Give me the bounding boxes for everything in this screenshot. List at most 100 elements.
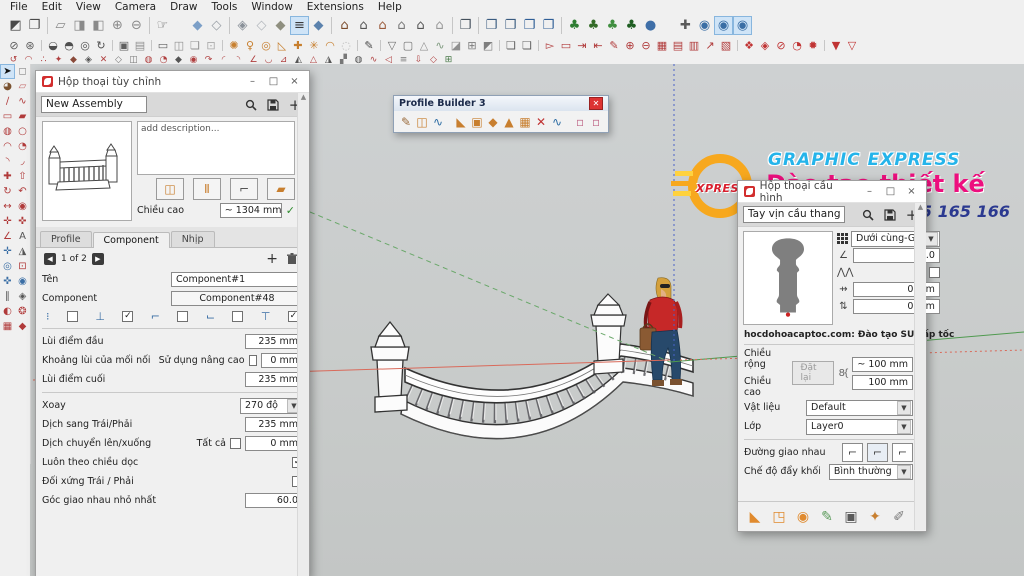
offset-horizontal-input[interactable]: 0 mm — [853, 282, 940, 297]
menu-tools[interactable]: Tools — [206, 1, 244, 13]
toolbar-icon[interactable]: ◆ — [309, 16, 328, 35]
toolbar-icon[interactable]: ◔ — [15, 139, 30, 154]
toolbar-icon[interactable]: ✚ — [290, 38, 306, 53]
profile-preview[interactable] — [743, 231, 833, 325]
width-input[interactable]: ~ 100 mm — [852, 357, 913, 372]
toolbar-icon[interactable]: ▽ — [844, 38, 860, 53]
path-profile-icon[interactable]: ▰ — [267, 178, 295, 200]
toolbar-icon[interactable]: ✕ — [533, 113, 549, 130]
toolbar-icon[interactable]: △ — [416, 38, 432, 53]
maximize-icon[interactable]: □ — [882, 186, 899, 197]
toolbar-icon[interactable]: ⊞ — [464, 38, 480, 53]
toolbar-icon[interactable]: ◔ — [789, 38, 805, 53]
toolbar-icon[interactable]: ▽ — [384, 38, 400, 53]
toolbar-icon[interactable]: ∿ — [432, 38, 448, 53]
menu-extensions[interactable]: Extensions — [301, 1, 370, 13]
toolbar-icon[interactable]: ▧ — [718, 38, 734, 53]
toolbar-icon[interactable]: ◆ — [188, 16, 207, 35]
component-picker-button[interactable]: Component#48 — [171, 291, 303, 306]
layer-select[interactable]: Layer0 ▼ — [806, 419, 913, 435]
placement-corner-out-checkbox[interactable] — [177, 311, 188, 322]
toolbar-icon[interactable]: ○ — [15, 124, 30, 139]
toolbar-icon[interactable]: ◆ — [15, 319, 30, 334]
toolbar-icon[interactable]: ▦ — [0, 319, 15, 334]
anchor-grid-icon[interactable] — [837, 233, 848, 244]
rail-segment-icon[interactable]: ◫ — [156, 178, 184, 200]
close-icon[interactable]: ✕ — [589, 97, 603, 110]
toolbar-icon[interactable]: ❐ — [520, 16, 539, 35]
toolbar-icon[interactable]: ◉ — [695, 16, 714, 35]
toolbar-icon[interactable]: ⊖ — [127, 16, 146, 35]
angle-input[interactable]: 0.0 — [853, 248, 940, 263]
toolbar-icon[interactable]: ♀ — [242, 38, 258, 53]
toolbar-icon[interactable]: ❂ — [15, 304, 30, 319]
butt-corner-button[interactable]: ⌐ — [892, 443, 913, 462]
toolbar-icon[interactable]: ♣ — [565, 16, 584, 35]
placement-array-checkbox[interactable] — [67, 311, 78, 322]
toolbar-icon[interactable]: ↶ — [15, 184, 30, 199]
toolbar-icon[interactable]: ◳ — [770, 508, 788, 526]
toolbar-icon[interactable]: ∠ — [0, 229, 15, 244]
profile-builder-titlebar[interactable]: Profile Builder 3 ✕ — [394, 96, 608, 111]
maximize-icon[interactable]: □ — [265, 76, 282, 87]
toolbar-icon[interactable]: ◫ — [414, 113, 430, 130]
toolbar-icon[interactable]: ❐ — [539, 16, 558, 35]
toolbar-icon[interactable]: ◆ — [271, 16, 290, 35]
profile-name-input[interactable]: Tay vịn cầu thang — [743, 206, 845, 223]
toolbar-icon[interactable]: ▻ — [542, 38, 558, 53]
toolbar-icon[interactable]: ▰ — [15, 109, 30, 124]
toolbar-icon[interactable]: ∕ — [0, 94, 15, 109]
all-checkbox[interactable] — [230, 438, 241, 449]
toolbar-icon[interactable]: ❏ — [187, 38, 203, 53]
toolbar-icon[interactable]: ◇ — [252, 16, 271, 35]
toolbar-icon[interactable]: ✐ — [890, 508, 908, 526]
toolbar-icon[interactable]: ◒ — [45, 38, 61, 53]
toolbar-icon[interactable]: ◍ — [0, 124, 15, 139]
toolbar-icon[interactable]: ⊘ — [6, 38, 22, 53]
toolbar-icon[interactable]: ⌂ — [392, 16, 411, 35]
height-input[interactable]: 100 mm — [852, 375, 913, 390]
toolbar-icon[interactable]: ⊕ — [108, 16, 127, 35]
toolbar-icon[interactable]: ✎ — [606, 38, 622, 53]
advanced-checkbox[interactable] — [249, 355, 257, 366]
min-angle-input[interactable]: 60.0 — [245, 493, 303, 508]
shift-lr-input[interactable]: 235 mm — [245, 417, 303, 432]
toolbar-icon[interactable]: ⌂ — [411, 16, 430, 35]
toolbar-icon[interactable]: ⊖ — [638, 38, 654, 53]
toolbar-icon[interactable]: ∿ — [549, 113, 565, 130]
toolbar-icon[interactable]: ∿ — [430, 113, 446, 130]
toolbar-icon[interactable]: ▫ — [572, 113, 588, 130]
menu-camera[interactable]: Camera — [109, 1, 162, 13]
toolbar-icon[interactable]: ◈ — [757, 38, 773, 53]
toolbar-icon[interactable]: ◺ — [274, 38, 290, 53]
miter-corner-button[interactable]: ⌐ — [842, 443, 863, 462]
minimize-icon[interactable]: – — [861, 186, 878, 197]
close-icon[interactable]: × — [903, 186, 920, 197]
toolbar-icon[interactable]: ◉ — [15, 199, 30, 214]
extrude-mode-select[interactable]: Bình thường ▼ — [829, 464, 913, 480]
toolbar-icon[interactable]: ◉ — [15, 274, 30, 289]
add-component-icon[interactable]: + — [266, 251, 278, 267]
link-dimensions-icon[interactable]: 8{ — [839, 368, 848, 379]
toolbar-icon[interactable]: ▭ — [558, 38, 574, 53]
anchor-select[interactable]: Dưới cùng-Giữ ▼ — [851, 231, 940, 247]
toolbar-icon[interactable]: ◣ — [453, 113, 469, 130]
toolbar-icon[interactable]: ✜ — [15, 214, 30, 229]
toolbar-icon[interactable]: ⇥ — [574, 38, 590, 53]
toolbar-icon[interactable]: ↗ — [702, 38, 718, 53]
assembly-name-input[interactable]: New Assembly — [41, 96, 147, 113]
toolbar-icon[interactable]: ⊡ — [15, 259, 30, 274]
toolbar-icon[interactable]: ⌂ — [373, 16, 392, 35]
scrollbar[interactable]: ▲ — [297, 93, 309, 576]
close-icon[interactable]: × — [286, 76, 303, 87]
toolbar-icon[interactable]: ⌂ — [354, 16, 373, 35]
toolbar-icon[interactable]: ▲ — [501, 113, 517, 130]
menu-window[interactable]: Window — [245, 1, 298, 13]
toolbar-icon[interactable]: ❏ — [519, 38, 535, 53]
toolbar-icon[interactable]: ▱ — [15, 79, 30, 94]
scrollbar[interactable]: ▲ — [914, 203, 926, 530]
toolbar-icon[interactable]: ◎ — [0, 259, 15, 274]
toolbar-icon[interactable]: ▤ — [670, 38, 686, 53]
toolbar-icon[interactable]: ● — [641, 16, 660, 35]
toolbar-icon[interactable]: ◆ — [485, 113, 501, 130]
